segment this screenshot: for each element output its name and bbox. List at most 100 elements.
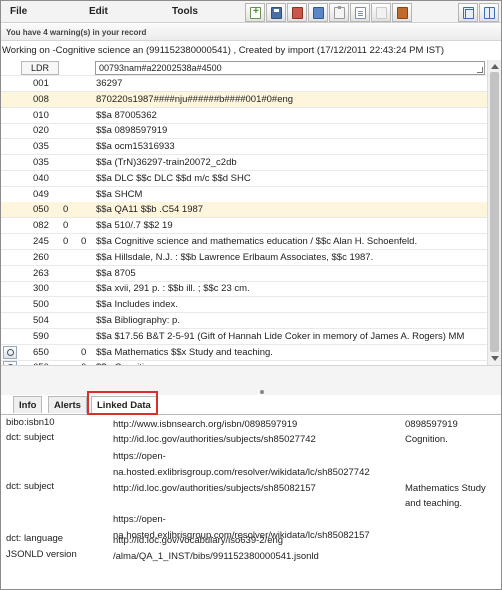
field-row[interactable]: 590 $$a $17.56 B&T 2-5-91 (Gift of Hannah… (1, 329, 487, 345)
save-icon[interactable] (266, 3, 286, 22)
field-tag[interactable]: 263 (33, 268, 49, 279)
field-row[interactable]: 049 $$a SHCM (1, 187, 487, 203)
split-view-icon[interactable] (479, 3, 499, 22)
menu-file[interactable]: File (10, 6, 27, 17)
menu-bar: File Edit Tools (1, 1, 501, 23)
field-indicator-1[interactable]: 0 (63, 236, 68, 247)
linked-data-key: dct: language (6, 533, 64, 544)
field-row[interactable]: 300 $$a xvii, 291 p. : $$b ill. ; $$c 23 … (1, 281, 487, 298)
linked-data-uri[interactable]: https://open-na.hosted.exlibrisgroup.com… (113, 449, 398, 481)
field-tag[interactable]: 504 (33, 315, 49, 326)
field-row[interactable]: 245 0 0 $$a Cognitive science and mathemati… (1, 234, 487, 250)
field-tag[interactable]: 010 (33, 110, 49, 121)
field-row[interactable]: 263 $$a 8705 (1, 266, 487, 282)
field-tag[interactable]: 260 (33, 252, 49, 263)
page-icon[interactable] (371, 3, 391, 22)
ldr-row: LDR 00793nam#a22002538a#4500 (1, 60, 487, 76)
field-tag[interactable]: 020 (33, 125, 49, 136)
field-tag[interactable]: 040 (33, 173, 49, 184)
save-release-icon[interactable] (287, 3, 307, 22)
field-value[interactable]: $$a DLC $$c DLC $$d m/c $$d SHC (96, 173, 484, 184)
field-row[interactable]: 650 0 $$a Mathematics $$x Study and teachi… (1, 345, 487, 361)
field-value[interactable]: $$a 510/.7 $$2 19 (96, 220, 484, 231)
field-tag[interactable]: 082 (33, 220, 49, 231)
fullscreen-icon[interactable] (458, 3, 478, 22)
field-value[interactable]: $$a Hillsdale, N.J. : $$b Lawrence Erlba… (96, 252, 484, 263)
field-value[interactable]: $$a Mathematics $$x Study and teaching. (96, 347, 484, 358)
pane-splitter[interactable] (1, 365, 501, 395)
field-value[interactable]: $$a Includes index. (96, 299, 484, 310)
field-row[interactable]: 020 $$a 0898597919 (1, 123, 487, 140)
linked-data-uri[interactable]: http://id.loc.gov/authorities/subjects/s… (113, 432, 398, 448)
clipboard-icon[interactable] (329, 3, 349, 22)
field-row[interactable]: 035 $$a ocm15316933 (1, 139, 487, 156)
linked-data-value: 0898597919 (405, 419, 458, 430)
field-row[interactable]: 082 0 $$a 510/.7 $$2 19 (1, 218, 487, 235)
field-row[interactable]: 035 $$a (TrN)36297-train20072_c2db (1, 155, 487, 171)
lookup-icon[interactable] (3, 345, 17, 359)
field-value[interactable]: $$a ocm15316933 (96, 141, 484, 152)
field-value[interactable]: $$a xvii, 291 p. : $$b ill. ; $$c 23 cm. (96, 283, 484, 294)
field-value[interactable]: $$a 8705 (96, 268, 484, 279)
ldr-input[interactable]: 00793nam#a22002538a#4500 (95, 61, 485, 75)
field-value[interactable]: $$a QA11 $$b .C54 1987 (96, 204, 484, 215)
scroll-down-icon[interactable] (491, 356, 499, 361)
tab-alerts[interactable]: Alerts (48, 396, 87, 413)
field-row[interactable]: 500 $$a Includes index. (1, 297, 487, 314)
field-row[interactable]: 050 0 $$a QA11 $$b .C54 1987 (1, 202, 487, 219)
field-tag[interactable]: 035 (33, 141, 49, 152)
add-record-icon[interactable] (245, 3, 265, 22)
field-tag[interactable]: 650 (33, 347, 49, 358)
field-tag[interactable]: 590 (33, 331, 49, 342)
linked-data-key: dct: subject (6, 432, 55, 443)
linked-data-value: Cognition. (405, 434, 448, 445)
field-value[interactable]: $$a 0898597919 (96, 125, 484, 136)
field-value[interactable]: $$a SHCM (96, 189, 484, 200)
field-row[interactable]: 008 870220s1987####nju######b####001#0#en… (1, 91, 487, 108)
menu-edit[interactable]: Edit (89, 6, 108, 17)
briefcase-icon[interactable] (392, 3, 412, 22)
field-value[interactable]: $$a $17.56 B&T 2-5-91 (Gift of Hannah Li… (96, 331, 484, 342)
field-tag[interactable]: 245 (33, 236, 49, 247)
field-row[interactable]: 260 $$a Hillsdale, N.J. : $$b Lawrence Er… (1, 250, 487, 266)
field-row[interactable]: 001 36297 (1, 76, 487, 92)
linked-data-uri[interactable]: http://id.loc.gov/authorities/subjects/s… (113, 481, 398, 497)
field-tag[interactable]: 008 (33, 94, 49, 105)
field-value[interactable]: $$a (TrN)36297-train20072_c2db (96, 157, 484, 168)
field-tag[interactable]: 001 (33, 78, 49, 89)
field-indicator-2[interactable]: 0 (81, 347, 86, 358)
linked-data-key: dct: subject (6, 481, 55, 492)
scroll-thumb[interactable] (490, 72, 499, 352)
field-value[interactable]: 36297 (96, 78, 484, 89)
ldr-value: 00793nam#a22002538a#4500 (99, 63, 222, 73)
bottom-tabs: Info Alerts Linked Data (1, 394, 501, 414)
field-value[interactable]: $$a Bibliography: p. (96, 315, 484, 326)
view-toolbar (458, 3, 500, 22)
field-indicator-1[interactable]: 0 (63, 220, 68, 231)
field-tag[interactable]: 049 (33, 189, 49, 200)
copy-icon[interactable] (350, 3, 370, 22)
linked-data-uri[interactable]: http://www.isbnsearch.org/isbn/089859791… (113, 417, 398, 433)
field-tag[interactable]: 300 (33, 283, 49, 294)
field-row[interactable]: 040 $$a DLC $$c DLC $$d m/c $$d SHC (1, 171, 487, 187)
record-icon[interactable] (308, 3, 328, 22)
menu-tools[interactable]: Tools (172, 6, 198, 17)
scroll-up-icon[interactable] (491, 64, 499, 69)
field-indicator-1[interactable]: 0 (63, 204, 68, 215)
field-row[interactable]: 010 $$a 87005362 (1, 108, 487, 124)
linked-data-key: JSONLD version (6, 549, 77, 560)
field-row[interactable]: 504 $$a Bibliography: p. (1, 313, 487, 329)
warning-bar[interactable]: You have 4 warning(s) in your record (1, 24, 501, 41)
field-tag[interactable]: 035 (33, 157, 49, 168)
field-indicator-2[interactable]: 0 (81, 236, 86, 247)
field-value[interactable]: 870220s1987####nju######b####001#0#eng (96, 94, 484, 105)
field-value[interactable]: $$a 87005362 (96, 110, 484, 121)
field-value[interactable]: $$a Cognitive science and mathematics ed… (96, 236, 484, 247)
resize-handle-icon[interactable] (477, 67, 483, 73)
linked-data-uri[interactable]: http://id.loc.gov/vocabulary/iso639-2/en… (113, 533, 398, 549)
field-tag[interactable]: 050 (33, 204, 49, 215)
linked-data-uri[interactable]: /alma/QA_1_INST/bibs/991152380000541.jso… (113, 549, 398, 565)
editor-scrollbar[interactable] (487, 60, 501, 365)
field-tag[interactable]: 500 (33, 299, 49, 310)
tab-info[interactable]: Info (13, 396, 43, 413)
